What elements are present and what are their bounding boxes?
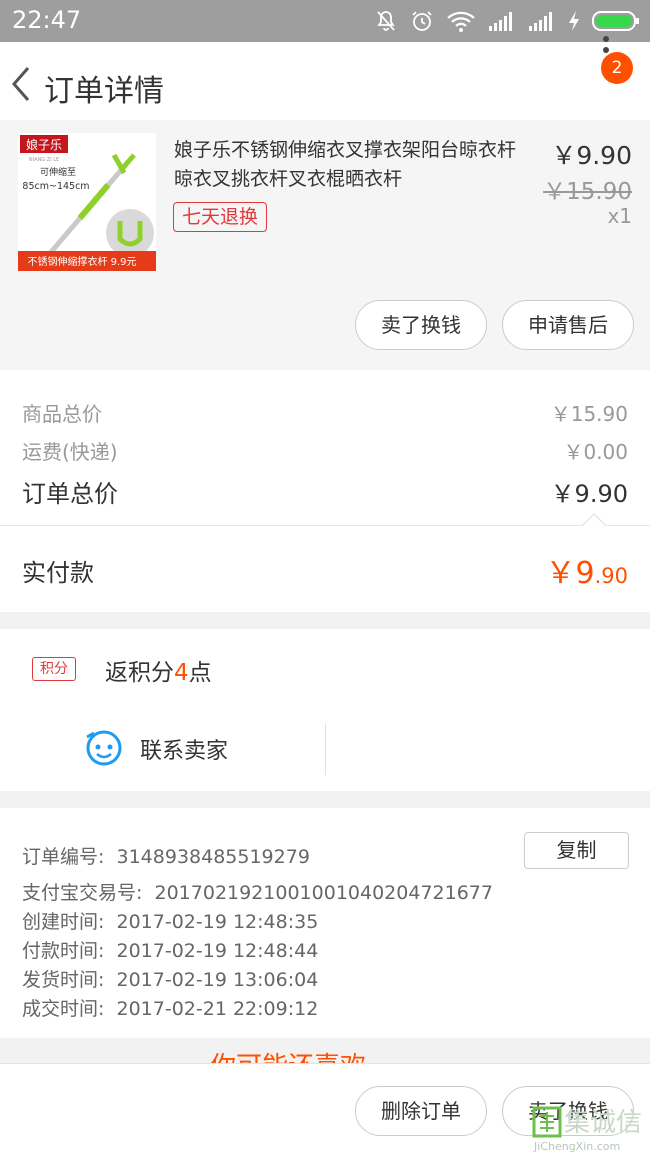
points-text-after: 点 [188, 660, 212, 686]
product-image: 娘子乐 NIANG ZI LE 可伸缩至 85cm~145cm 不锈钢伸缩撑衣杆… [18, 133, 156, 271]
alipay-number: 2017021921001001040204721677 [154, 882, 493, 904]
goods-total-value: ￥15.90 [550, 402, 628, 426]
copy-button[interactable]: 复制 [524, 832, 629, 869]
shipped-time-label: 发货时间: [22, 969, 105, 991]
paid-time-label: 付款时间: [22, 940, 105, 962]
points-section: 积分 返积分4点 联系卖家 [0, 629, 650, 791]
order-number: 3148938485519279 [116, 846, 310, 868]
goods-total-row: 商品总价 ￥15.90 [22, 398, 628, 427]
watermark: 集诚信 JiChengXin.com [530, 1102, 650, 1155]
completed-time-row: 成交时间: 2017-02-21 22:09:12 [22, 994, 318, 1021]
watermark-text: 集诚信 [564, 1108, 643, 1138]
wifi-icon [447, 11, 475, 32]
thumb-range: 85cm~145cm [22, 181, 89, 192]
order-number-label: 订单编号: [22, 846, 105, 868]
watermark-domain: JiChengXin.com [534, 1140, 621, 1153]
thumb-extend-label: 可伸缩至 [40, 166, 76, 178]
order-info: 订单编号: 3148938485519279 复制 支付宝交易号: 201702… [0, 808, 650, 1038]
watermark-logo-icon [532, 1106, 562, 1138]
signal-icon-2 [529, 12, 552, 31]
sell-button[interactable]: 卖了换钱 [355, 300, 487, 350]
alarm-icon [412, 11, 432, 31]
thumb-banner: 不锈钢伸缩撑衣杆 9.9元 [27, 255, 136, 268]
actual-payment-main: ￥9 [545, 556, 595, 591]
shipping-label: 运费(快递) [22, 440, 118, 464]
order-total-value: ￥9.90 [550, 480, 628, 508]
points-text: 返积分4点 [105, 653, 212, 687]
actual-payment-value: ￥9.90 [546, 548, 629, 592]
paid-time-row: 付款时间: 2017-02-19 12:48:44 [22, 936, 318, 963]
notification-badge: 2 [601, 52, 633, 84]
shipped-time-row: 发货时间: 2017-02-19 13:06:04 [22, 965, 318, 992]
points-text-before: 返积分 [105, 660, 174, 686]
order-number-row: 订单编号: 3148938485519279 [22, 842, 310, 869]
seven-day-return-tag: 七天退换 [173, 202, 268, 232]
signal-icon [489, 12, 512, 31]
created-time: 2017-02-19 12:48:35 [116, 911, 319, 933]
created-time-label: 创建时间: [22, 911, 105, 933]
after-sale-button[interactable]: 申请售后 [502, 300, 634, 350]
chat-bubble-icon [86, 730, 122, 766]
contact-seller-button[interactable]: 联系卖家 [0, 723, 325, 775]
order-total-row: 订单总价 ￥9.90 [22, 474, 628, 509]
header: 订单详情 [0, 42, 650, 120]
alipay-label: 支付宝交易号: [22, 882, 143, 904]
price-summary: 商品总价 ￥15.90 运费(快递) ￥0.00 订单总价 ￥9.90 [0, 370, 650, 525]
product-card[interactable]: 娘子乐 NIANG ZI LE 可伸缩至 85cm~145cm 不锈钢伸缩撑衣杆… [0, 120, 650, 370]
product-name[interactable]: 娘子乐不锈钢伸缩衣叉撑衣架阳台晾衣杆晾衣叉挑衣杆叉衣棍晒衣杆 [174, 136, 534, 194]
delete-order-button[interactable]: 删除订单 [355, 1086, 487, 1136]
alipay-row: 支付宝交易号: 2017021921001001040204721677 [22, 878, 493, 905]
mute-bell-icon [377, 11, 395, 31]
goods-total-label: 商品总价 [22, 402, 102, 426]
shipped-time: 2017-02-19 13:06:04 [116, 969, 319, 991]
actual-payment-label: 实付款 [22, 559, 94, 587]
back-arrow-icon[interactable] [6, 64, 36, 104]
product-thumbnail[interactable]: 娘子乐 NIANG ZI LE 可伸缩至 85cm~145cm 不锈钢伸缩撑衣杆… [18, 133, 156, 271]
completed-time: 2017-02-21 22:09:12 [116, 998, 319, 1020]
shipping-row: 运费(快递) ￥0.00 [22, 436, 628, 465]
order-total-label: 订单总价 [22, 480, 118, 508]
product-quantity: x1 [607, 204, 632, 228]
status-bar: 22:47 [0, 0, 650, 42]
completed-time-label: 成交时间: [22, 998, 105, 1020]
charging-icon [569, 11, 579, 31]
status-time: 22:47 [12, 6, 82, 34]
points-badge: 积分 [32, 657, 76, 681]
product-original-price: ￥15.90 [543, 179, 632, 205]
actual-payment-row: 实付款 ￥9.90 [0, 525, 650, 612]
actual-payment-decimal: .90 [594, 564, 628, 588]
thumb-brand-pinyin: NIANG ZI LE [29, 157, 59, 163]
points-amount: 4 [174, 660, 189, 686]
paid-time: 2017-02-19 12:48:44 [116, 940, 319, 962]
shipping-value: ￥0.00 [563, 440, 628, 464]
created-time-row: 创建时间: 2017-02-19 12:48:35 [22, 907, 318, 934]
thumb-brand: 娘子乐 [26, 137, 62, 152]
battery-icon [592, 11, 639, 31]
contact-seller-label: 联系卖家 [140, 739, 229, 764]
product-price: ￥9.90 [551, 141, 632, 170]
page-title: 订单详情 [44, 74, 164, 109]
